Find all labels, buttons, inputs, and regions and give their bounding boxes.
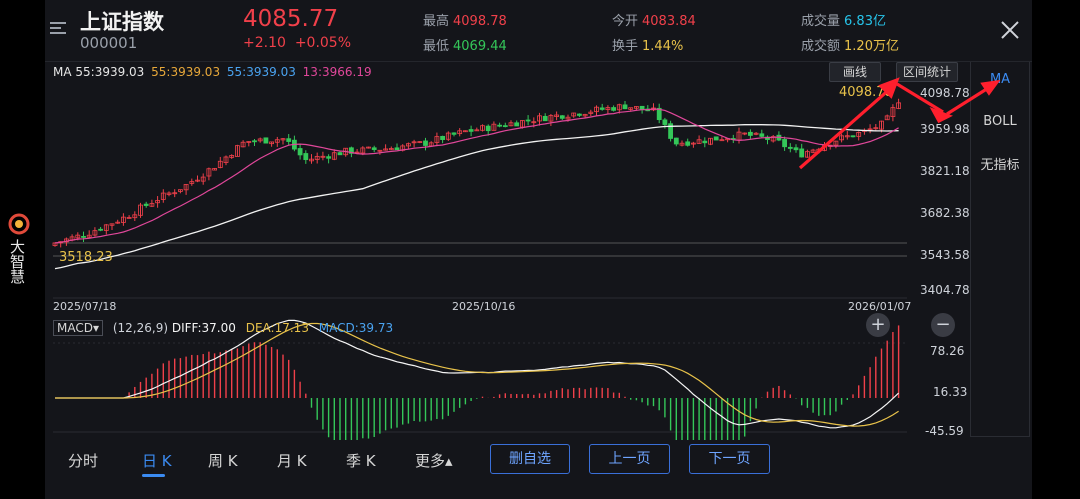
candle-body: [286, 138, 292, 142]
date-axis: 2025/07/18 2025/10/16 2026/01/07: [53, 300, 911, 313]
candle-body: [485, 125, 491, 132]
candle-body: [702, 140, 708, 144]
candle-body: [468, 129, 474, 132]
macd-diff-value: DIFF:37.00: [171, 321, 236, 335]
candle-body: [440, 135, 446, 140]
date-tick: 2026/01/07: [848, 300, 911, 313]
price-tick: 3821.18: [920, 164, 970, 178]
macd-axis: 78.26 16.33 -45.59: [925, 344, 967, 438]
tab-monthly-k[interactable]: 月 K: [277, 450, 307, 471]
chart-grid: [53, 242, 907, 433]
candle-body: [850, 135, 856, 138]
candle-body: [713, 136, 719, 141]
macd-tick: -45.59: [925, 424, 964, 438]
candle-body: [98, 228, 103, 231]
remove-favorite-button[interactable]: 删自选: [490, 444, 570, 474]
tab-intraday[interactable]: 分时: [68, 450, 98, 471]
candle-body: [326, 156, 332, 159]
candle-body: [497, 124, 503, 127]
candle-body: [252, 140, 257, 143]
macd-histogram: [128, 325, 900, 440]
candle-body: [451, 132, 457, 135]
zoom-in-icon[interactable]: +: [866, 313, 890, 337]
candle-body: [263, 137, 269, 144]
macd-selector-label: MACD: [57, 321, 93, 335]
low-price-label: 3518.23: [59, 250, 113, 265]
macd-tick: 16.33: [933, 385, 967, 399]
macd-selector[interactable]: MACD▾: [53, 320, 104, 336]
tab-daily-k[interactable]: 日 K: [142, 450, 172, 471]
candle-body: [303, 153, 309, 161]
next-page-button[interactable]: 下一页: [689, 444, 770, 474]
tab-quarterly-k[interactable]: 季 K: [346, 450, 376, 471]
candle-body: [759, 133, 765, 137]
candle-body: [799, 148, 805, 158]
active-tab-indicator: [142, 474, 165, 477]
price-tick: 3959.98: [920, 122, 970, 136]
candle-body: [297, 148, 303, 156]
brand-name: 大智慧: [8, 239, 26, 284]
candle-body: [394, 147, 400, 151]
tab-weekly-k[interactable]: 周 K: [208, 450, 238, 471]
dazhihui-logo-icon: [8, 213, 30, 235]
macd-macd-value: MACD:39.73: [318, 321, 394, 335]
zoom-out-icon[interactable]: −: [931, 313, 955, 337]
candle-body: [577, 113, 582, 116]
candle-body: [423, 140, 428, 146]
candle-body: [662, 119, 668, 125]
candle-body: [793, 147, 799, 151]
candle-body: [81, 236, 86, 238]
candle-body: [787, 146, 793, 149]
candle-body: [782, 139, 787, 148]
candle-body: [371, 147, 377, 150]
candle-body: [502, 125, 508, 128]
candles: [52, 98, 901, 248]
candle-body: [673, 137, 679, 145]
candle-body: [542, 115, 548, 122]
price-tick: 4098.78: [920, 86, 970, 100]
macd-diff-line: [55, 319, 900, 429]
macd-params: (12,26,9): [112, 321, 169, 335]
candle-body: [525, 119, 531, 122]
price-tick: 3682.38: [920, 206, 970, 220]
candle-body: [559, 115, 565, 119]
tab-more[interactable]: 更多▴: [415, 450, 453, 471]
macd-dea-value: DEA:17.13: [245, 321, 309, 335]
prev-page-button[interactable]: 上一页: [589, 444, 670, 474]
date-tick: 2025/10/16: [452, 300, 515, 313]
ma55-line: [54, 123, 899, 270]
arrow-down-head: [929, 106, 953, 124]
date-tick: 2025/07/18: [53, 300, 116, 313]
macd-tick: 78.26: [930, 344, 964, 358]
price-tick: 3543.58: [920, 248, 970, 262]
kline-app: 上证指数 000001 4085.77 +2.10 +0.05% 最高 4098.…: [45, 0, 1032, 499]
candle-body: [611, 107, 616, 111]
candle-body: [622, 104, 628, 110]
price-tick: 3404.78: [920, 283, 970, 297]
candle-body: [599, 107, 605, 110]
kline-chart[interactable]: 4098.78 3959.98 3821.18 3682.38 3543.58 …: [45, 0, 1032, 440]
side-brand: 大智慧: [0, 205, 45, 315]
candle-body: [143, 203, 149, 206]
candle-body: [748, 131, 753, 136]
candle-body: [514, 122, 520, 127]
candle-body: [685, 141, 691, 146]
macd-header: MACD▾ (12,26,9) DIFF:37.00 DEA:17.13 MAC…: [53, 320, 393, 336]
candle-body: [337, 152, 343, 156]
